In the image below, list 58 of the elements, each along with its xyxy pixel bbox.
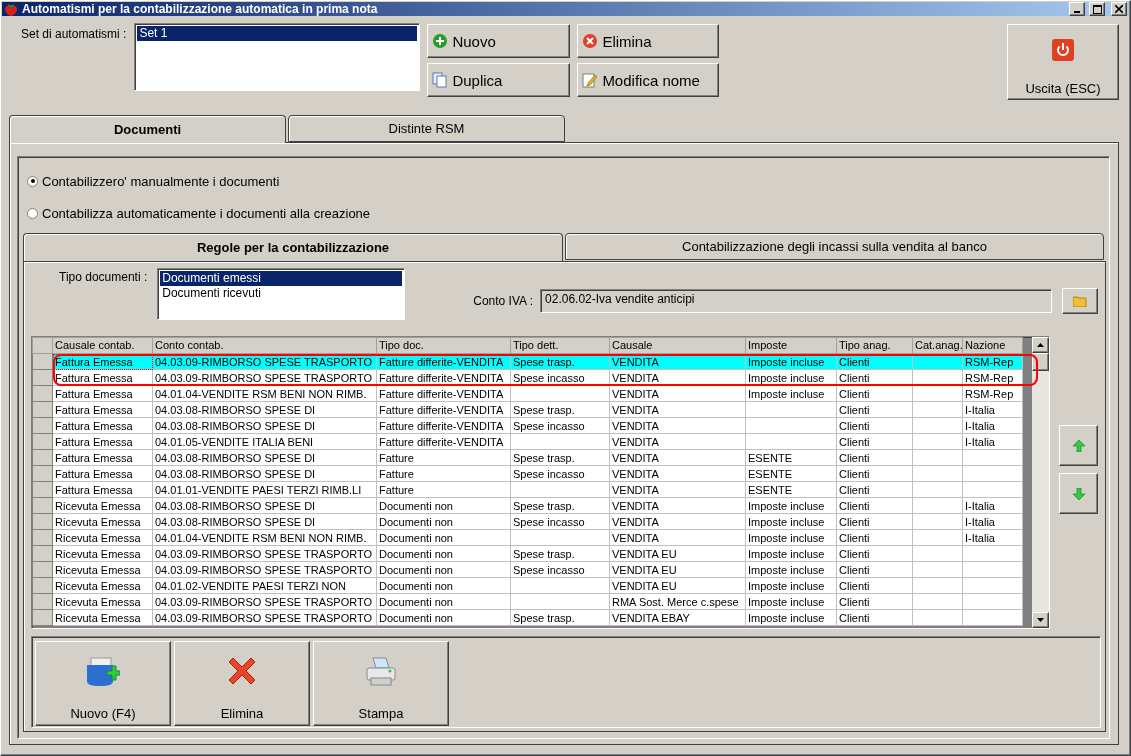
browse-button[interactable] <box>1062 288 1098 314</box>
box-add-icon <box>86 656 120 688</box>
column-header[interactable]: Cat.anag. <box>912 337 963 354</box>
doc-type-item[interactable]: Documenti emessi <box>160 271 403 286</box>
scrollbar[interactable] <box>1032 337 1049 628</box>
action-button[interactable]: Modifica nome <box>577 63 720 97</box>
conto-iva-label: Conto IVA : <box>473 294 534 308</box>
radio-option[interactable]: Contabilizza automaticamente i documenti alla creazione <box>23 197 1106 229</box>
down-arrow-icon <box>1072 487 1085 500</box>
move-down-button[interactable] <box>1059 473 1098 514</box>
column-header[interactable]: Nazione <box>962 337 1023 354</box>
up-arrow-icon <box>1072 439 1085 452</box>
folder-icon <box>1073 295 1087 307</box>
power-icon <box>1052 39 1074 61</box>
column-header[interactable]: Causale contab. <box>52 337 153 354</box>
column-header[interactable]: Conto contab. <box>152 337 377 354</box>
set-list-item[interactable]: Set 1 <box>137 26 418 41</box>
plus-circle-icon <box>432 33 449 49</box>
action-button[interactable]: Duplica <box>427 63 571 97</box>
edit-note-icon <box>582 72 599 88</box>
column-header[interactable]: Tipo doc. <box>376 337 511 354</box>
scroll-thumb[interactable] <box>1032 353 1049 371</box>
up-arrow-icon <box>1037 343 1044 347</box>
exit-button[interactable]: Uscita (ESC) <box>1007 24 1119 100</box>
close-button[interactable] <box>1111 2 1127 16</box>
close-icon <box>1115 5 1123 13</box>
strawberry-icon <box>4 2 18 16</box>
move-up-button[interactable] <box>1059 425 1098 466</box>
toolbar-button[interactable]: Stampa <box>313 641 449 726</box>
scroll-down-button[interactable] <box>1032 612 1049 628</box>
action-button[interactable]: Nuovo <box>427 24 571 58</box>
column-header[interactable]: Causale <box>609 337 746 354</box>
action-button[interactable]: Elimina <box>577 24 720 58</box>
toolbar-button[interactable]: Nuovo (F4) <box>35 641 171 726</box>
column-header[interactable]: Imposte <box>745 337 837 354</box>
window-title: Automatismi per la contabilizzazione automatica in prima nota <box>22 2 379 16</box>
scroll-up-button[interactable] <box>1032 337 1049 353</box>
doc-type-item[interactable]: Documenti ricevuti <box>160 286 403 301</box>
down-arrow-icon <box>1037 618 1044 622</box>
delete-circle-icon <box>582 33 599 49</box>
cross-icon <box>227 656 257 686</box>
printer-icon <box>364 656 398 688</box>
radio-option[interactable]: Contabilizzero' manualmente i documenti <box>23 165 1106 197</box>
conto-iva-field[interactable]: 02.06.02-Iva vendite anticipi <box>540 289 1052 313</box>
tab[interactable]: Distinte RSM <box>288 115 565 142</box>
tab[interactable]: Contabilizzazione degli incassi sulla vendita al banco <box>565 233 1104 260</box>
copy-icon <box>432 72 449 88</box>
column-header[interactable]: Tipo dett. <box>510 337 610 354</box>
maximize-icon <box>1092 4 1102 14</box>
maximize-button[interactable] <box>1089 2 1105 16</box>
column-header[interactable]: Tipo anag. <box>836 337 913 354</box>
minimize-button[interactable] <box>1069 2 1085 16</box>
set-label: Set di automatismi : <box>21 27 127 43</box>
doc-type-label: Tipo documenti : <box>59 270 148 284</box>
toolbar-button[interactable]: Elimina <box>174 641 310 726</box>
tab[interactable]: Documenti <box>9 115 286 143</box>
tab[interactable]: Regole per la contabilizzazione <box>23 233 563 261</box>
grid-corner <box>32 337 53 354</box>
